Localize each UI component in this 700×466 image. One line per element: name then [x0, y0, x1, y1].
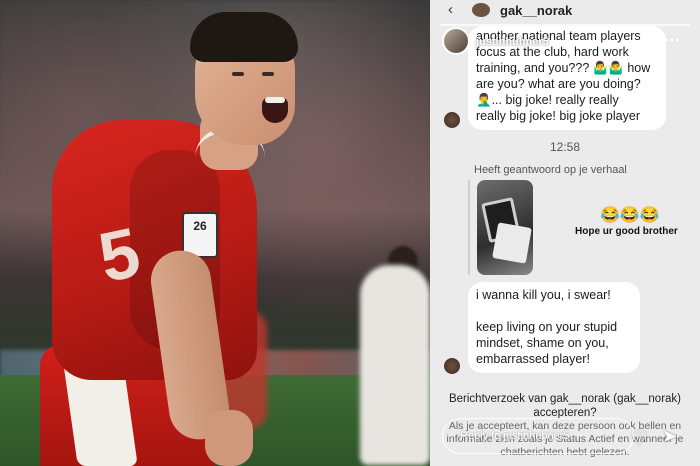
- message-timestamp: 12:58: [549, 140, 581, 154]
- reply-placeholder: Reply to justinhubner5...: [460, 430, 579, 442]
- message-line: 🤦‍♂️... big joke! really really: [476, 93, 619, 107]
- chat-username[interactable]: gak__norak: [500, 3, 572, 18]
- chat-panel: ‹ gak__norak another national team playe…: [430, 0, 700, 466]
- background-player-white: [360, 265, 430, 465]
- chat-header: ‹ gak__norak: [430, 0, 700, 22]
- message-bubble[interactable]: i wanna kill you, i swear! keep living o…: [468, 282, 640, 373]
- reply-caption: Hope ur good brother: [575, 226, 678, 237]
- back-arrow-icon[interactable]: ‹: [448, 1, 453, 18]
- pause-icon[interactable]: ❚❚: [638, 36, 655, 49]
- story-avatar[interactable]: [442, 27, 470, 55]
- player-teeth: [265, 97, 285, 103]
- message-line: are you? what are you doing?: [476, 77, 641, 91]
- sender-avatar[interactable]: [444, 112, 460, 128]
- story-username[interactable]: justinhubner5: [476, 36, 549, 48]
- message-line: really big joke! big joke player: [476, 109, 640, 123]
- replied-to-story-label: Heeft geantwoord op je verhaal: [474, 164, 627, 176]
- player-eye-left: [232, 72, 244, 76]
- more-options-icon[interactable]: ⋯: [664, 30, 680, 50]
- message-request-title: Berichtverzoek van gak__norak (gak__nora…: [448, 393, 682, 419]
- player-eye-right: [262, 72, 274, 76]
- story-progress-bar: [440, 24, 690, 26]
- sender-avatar[interactable]: [444, 358, 460, 374]
- player-hair: [190, 12, 298, 62]
- reply-indicator-line: [468, 180, 470, 275]
- message-paragraph: i wanna kill you, i swear!: [476, 288, 611, 302]
- reply-emojis: 😂😂😂: [600, 207, 660, 224]
- story-thumbnail[interactable]: [477, 180, 533, 275]
- thumbnail-card: [492, 222, 532, 264]
- player-hand: [205, 410, 253, 466]
- avatar[interactable]: [472, 3, 490, 17]
- send-icon[interactable]: ➤: [662, 426, 677, 447]
- player-photo: 5 26: [0, 0, 430, 466]
- message-line: training, and you??? 🤷‍♂️🤷‍♂️ how: [476, 61, 651, 75]
- heart-icon[interactable]: ♡: [630, 426, 648, 451]
- message-paragraph: keep living on your stupid mindset, sham…: [476, 320, 618, 366]
